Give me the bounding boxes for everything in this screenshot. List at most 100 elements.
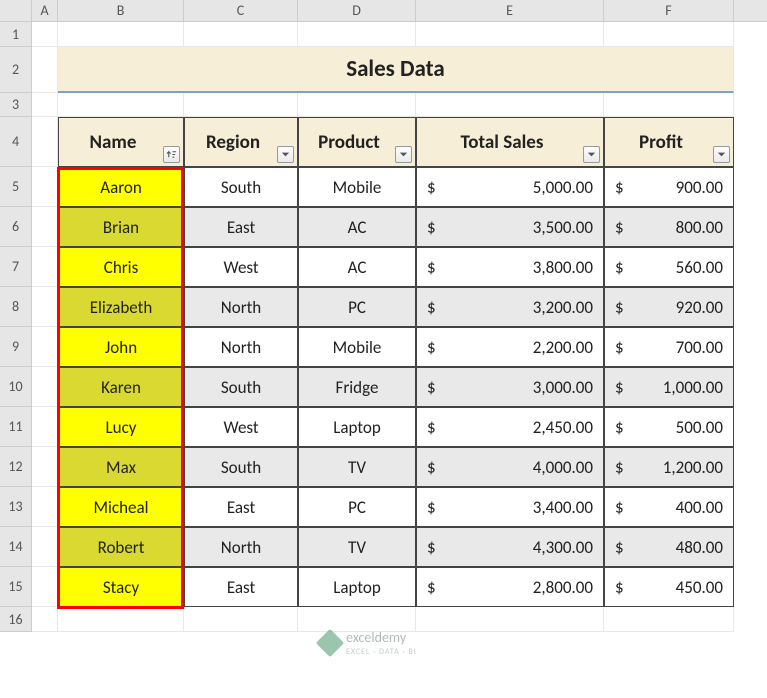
row-header-14[interactable]: 14 bbox=[0, 527, 32, 567]
row-header-9[interactable]: 9 bbox=[0, 327, 32, 367]
cell-product[interactable]: Mobile bbox=[298, 327, 416, 367]
cell-C3[interactable] bbox=[184, 93, 298, 117]
cell-product[interactable]: AC bbox=[298, 207, 416, 247]
cell-profit[interactable]: $1,200.00 bbox=[604, 447, 734, 487]
cell-product[interactable]: PC bbox=[298, 287, 416, 327]
cell-name[interactable]: Chris bbox=[58, 247, 184, 287]
cell-profit[interactable]: $700.00 bbox=[604, 327, 734, 367]
row-header-12[interactable]: 12 bbox=[0, 447, 32, 487]
cell-profit[interactable]: $560.00 bbox=[604, 247, 734, 287]
cell-product[interactable]: TV bbox=[298, 527, 416, 567]
cell-B16[interactable] bbox=[58, 607, 184, 632]
cell-A5[interactable] bbox=[32, 167, 58, 207]
cell-name[interactable]: Elizabeth bbox=[58, 287, 184, 327]
filter-button-profit[interactable] bbox=[713, 146, 730, 163]
cell-total-sales[interactable]: $3,400.00 bbox=[416, 487, 604, 527]
cell-A12[interactable] bbox=[32, 447, 58, 487]
cell-B3[interactable] bbox=[58, 93, 184, 117]
cell-product[interactable]: Laptop bbox=[298, 407, 416, 447]
cell-name[interactable]: Micheal bbox=[58, 487, 184, 527]
cell-region[interactable]: South bbox=[184, 367, 298, 407]
cell-total-sales[interactable]: $5,000.00 bbox=[416, 167, 604, 207]
cell-total-sales[interactable]: $3,500.00 bbox=[416, 207, 604, 247]
cell-name[interactable]: Brian bbox=[58, 207, 184, 247]
cell-A2[interactable] bbox=[32, 47, 58, 93]
cell-E1[interactable] bbox=[416, 22, 604, 47]
cell-name[interactable]: John bbox=[58, 327, 184, 367]
cell-product[interactable]: Laptop bbox=[298, 567, 416, 607]
cell-A9[interactable] bbox=[32, 327, 58, 367]
header-total-sales[interactable]: Total Sales bbox=[416, 117, 604, 167]
cell-profit[interactable]: $900.00 bbox=[604, 167, 734, 207]
cell-profit[interactable]: $500.00 bbox=[604, 407, 734, 447]
cell-D3[interactable] bbox=[298, 93, 416, 117]
cell-product[interactable]: Mobile bbox=[298, 167, 416, 207]
cell-profit[interactable]: $450.00 bbox=[604, 567, 734, 607]
cell-profit[interactable]: $800.00 bbox=[604, 207, 734, 247]
cell-region[interactable]: North bbox=[184, 287, 298, 327]
cell-region[interactable]: East bbox=[184, 567, 298, 607]
cell-A6[interactable] bbox=[32, 207, 58, 247]
cell-name[interactable]: Karen bbox=[58, 367, 184, 407]
row-header-15[interactable]: 15 bbox=[0, 567, 32, 607]
cell-profit[interactable]: $400.00 bbox=[604, 487, 734, 527]
cell-name[interactable]: Robert bbox=[58, 527, 184, 567]
cell-region[interactable]: South bbox=[184, 447, 298, 487]
row-header-3[interactable]: 3 bbox=[0, 93, 32, 117]
cell-region[interactable]: East bbox=[184, 207, 298, 247]
cell-product[interactable]: PC bbox=[298, 487, 416, 527]
cell-F3[interactable] bbox=[604, 93, 734, 117]
cell-region[interactable]: South bbox=[184, 167, 298, 207]
row-header-8[interactable]: 8 bbox=[0, 287, 32, 327]
cell-A11[interactable] bbox=[32, 407, 58, 447]
cell-name[interactable]: Max bbox=[58, 447, 184, 487]
filter-button-total-sales[interactable] bbox=[583, 146, 600, 163]
cell-A4[interactable] bbox=[32, 117, 58, 167]
cell-region[interactable]: East bbox=[184, 487, 298, 527]
row-header-10[interactable]: 10 bbox=[0, 367, 32, 407]
cell-total-sales[interactable]: $4,000.00 bbox=[416, 447, 604, 487]
row-header-4[interactable]: 4 bbox=[0, 117, 32, 167]
cell-region[interactable]: West bbox=[184, 247, 298, 287]
col-header-E[interactable]: E bbox=[416, 0, 604, 21]
row-header-16[interactable]: 16 bbox=[0, 607, 32, 632]
cell-region[interactable]: West bbox=[184, 407, 298, 447]
cell-profit[interactable]: $920.00 bbox=[604, 287, 734, 327]
cell-product[interactable]: AC bbox=[298, 247, 416, 287]
cell-profit[interactable]: $1,000.00 bbox=[604, 367, 734, 407]
cell-region[interactable]: North bbox=[184, 527, 298, 567]
cell-E3[interactable] bbox=[416, 93, 604, 117]
row-header-2[interactable]: 2 bbox=[0, 47, 32, 93]
cell-A8[interactable] bbox=[32, 287, 58, 327]
cell-A13[interactable] bbox=[32, 487, 58, 527]
select-all-corner[interactable] bbox=[0, 0, 32, 21]
cell-product[interactable]: Fridge bbox=[298, 367, 416, 407]
cell-region[interactable]: North bbox=[184, 327, 298, 367]
filter-sort-button-name[interactable] bbox=[163, 146, 180, 163]
cell-total-sales[interactable]: $2,800.00 bbox=[416, 567, 604, 607]
row-header-1[interactable]: 1 bbox=[0, 22, 32, 47]
cell-A7[interactable] bbox=[32, 247, 58, 287]
cell-F16[interactable] bbox=[604, 607, 734, 632]
cell-C1[interactable] bbox=[184, 22, 298, 47]
cell-B1[interactable] bbox=[58, 22, 184, 47]
col-header-C[interactable]: C bbox=[184, 0, 298, 21]
row-header-5[interactable]: 5 bbox=[0, 167, 32, 207]
col-header-F[interactable]: F bbox=[604, 0, 734, 21]
header-name[interactable]: Name bbox=[58, 117, 184, 167]
cell-total-sales[interactable]: $4,300.00 bbox=[416, 527, 604, 567]
page-title[interactable]: Sales Data bbox=[58, 47, 734, 93]
header-product[interactable]: Product bbox=[298, 117, 416, 167]
col-header-B[interactable]: B bbox=[58, 0, 184, 21]
filter-button-region[interactable] bbox=[277, 146, 294, 163]
cell-total-sales[interactable]: $2,200.00 bbox=[416, 327, 604, 367]
filter-button-product[interactable] bbox=[395, 146, 412, 163]
cell-name[interactable]: Lucy bbox=[58, 407, 184, 447]
cell-A10[interactable] bbox=[32, 367, 58, 407]
cell-total-sales[interactable]: $3,800.00 bbox=[416, 247, 604, 287]
cell-name[interactable]: Stacy bbox=[58, 567, 184, 607]
cell-A16[interactable] bbox=[32, 607, 58, 632]
cell-total-sales[interactable]: $2,450.00 bbox=[416, 407, 604, 447]
cell-name[interactable]: Aaron bbox=[58, 167, 184, 207]
cell-E16[interactable] bbox=[416, 607, 604, 632]
